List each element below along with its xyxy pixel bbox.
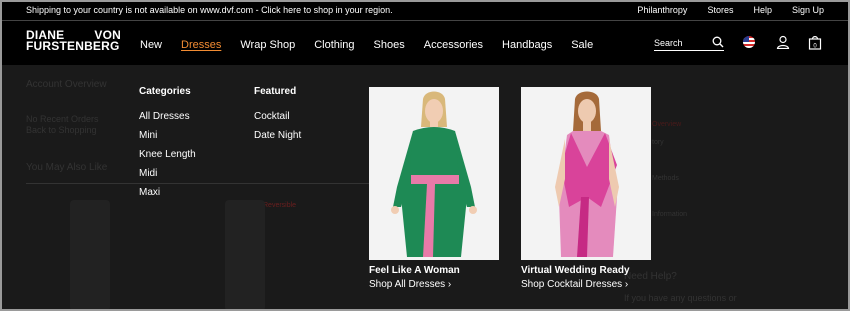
- search-input[interactable]: Search: [654, 36, 724, 51]
- nav-item-clothing[interactable]: Clothing: [314, 39, 354, 51]
- promo-title-1: Feel Like A Woman: [369, 265, 460, 276]
- category-mini[interactable]: Mini: [139, 130, 157, 141]
- category-all-dresses[interactable]: All Dresses: [139, 111, 190, 122]
- category-maxi[interactable]: Maxi: [139, 187, 160, 198]
- main-header: DIANE VON FURSTENBERG New Dresses Wrap Sh…: [0, 21, 850, 65]
- promo-image-green-dress[interactable]: [369, 87, 499, 260]
- search-icon[interactable]: [712, 36, 724, 50]
- nav-item-shoes[interactable]: Shoes: [374, 39, 405, 51]
- promo-image-pink-dress[interactable]: [521, 87, 651, 260]
- dresses-mega-menu: Categories All Dresses Mini Knee Length …: [0, 65, 850, 311]
- nav-item-accessories[interactable]: Accessories: [424, 39, 483, 51]
- logo-line2: FURSTENBERG: [26, 39, 120, 53]
- categories-heading: Categories: [139, 86, 191, 97]
- main-nav: New Dresses Wrap Shop Clothing Shoes Acc…: [140, 39, 612, 51]
- announcement-bar: Shipping to your country is not availabl…: [0, 0, 850, 20]
- us-flag-icon[interactable]: [743, 36, 755, 48]
- featured-date-night[interactable]: Date Night: [254, 130, 301, 141]
- featured-cocktail[interactable]: Cocktail: [254, 111, 290, 122]
- nav-item-new[interactable]: New: [140, 39, 162, 51]
- nav-item-wrap-shop[interactable]: Wrap Shop: [240, 39, 295, 51]
- category-midi[interactable]: Midi: [139, 168, 157, 179]
- promo-link-shop-all-dresses[interactable]: Shop All Dresses ›: [369, 279, 451, 290]
- nav-item-handbags[interactable]: Handbags: [502, 39, 552, 51]
- featured-heading: Featured: [254, 86, 297, 97]
- utility-link-help[interactable]: Help: [753, 5, 772, 15]
- promo-link-shop-cocktail-dresses[interactable]: Shop Cocktail Dresses ›: [521, 279, 628, 290]
- utility-link-sign-up[interactable]: Sign Up: [792, 5, 824, 15]
- category-knee-length[interactable]: Knee Length: [139, 149, 196, 160]
- shipping-region-link[interactable]: Shipping to your country is not availabl…: [26, 5, 393, 15]
- user-icon[interactable]: [776, 35, 790, 54]
- bag-count: 0: [813, 43, 817, 49]
- brand-logo[interactable]: DIANE VON FURSTENBERG: [26, 29, 121, 53]
- shopping-bag-icon[interactable]: 0: [808, 35, 822, 55]
- utility-link-philanthropy[interactable]: Philanthropy: [637, 5, 687, 15]
- promo-title-2: Virtual Wedding Ready: [521, 265, 630, 276]
- search-label: Search: [654, 38, 683, 48]
- utility-links: Philanthropy Stores Help Sign Up: [637, 5, 824, 15]
- nav-item-dresses[interactable]: Dresses: [181, 39, 221, 51]
- nav-item-sale[interactable]: Sale: [571, 39, 593, 51]
- utility-link-stores[interactable]: Stores: [707, 5, 733, 15]
